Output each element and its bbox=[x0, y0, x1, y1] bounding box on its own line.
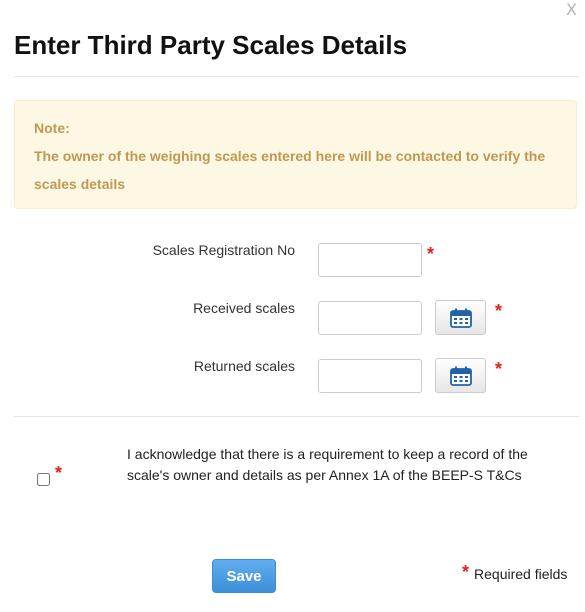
required-fields-label: Required fields bbox=[474, 566, 568, 582]
returned-scales-label: Returned scales bbox=[193, 358, 295, 374]
note-text: The owner of the weighing scales entered… bbox=[34, 148, 546, 192]
header-divider bbox=[14, 76, 579, 77]
scales-registration-row: Scales Registration No * bbox=[0, 242, 585, 282]
received-scales-label: Received scales bbox=[193, 300, 295, 316]
required-star: * bbox=[55, 463, 63, 483]
dialog-title: Enter Third Party Scales Details bbox=[14, 30, 408, 60]
close-icon[interactable]: X bbox=[566, 2, 577, 18]
returned-scales-row: Returned scales * bbox=[0, 358, 585, 398]
scales-registration-input[interactable] bbox=[318, 243, 422, 277]
calendar-icon bbox=[449, 366, 472, 386]
required-fields-note: * Required fields bbox=[462, 562, 568, 582]
required-star: * bbox=[495, 301, 503, 321]
acknowledge-text: I acknowledge that there is a requiremen… bbox=[127, 446, 528, 483]
form-divider bbox=[14, 416, 579, 417]
returned-scales-calendar-button[interactable] bbox=[435, 358, 486, 393]
received-scales-calendar-button[interactable] bbox=[435, 300, 486, 335]
calendar-icon bbox=[449, 308, 472, 328]
note-title: Note: bbox=[34, 120, 70, 136]
note-alert: Note: The owner of the weighing scales e… bbox=[14, 100, 577, 209]
required-star: * bbox=[495, 359, 503, 379]
received-scales-row: Received scales * bbox=[0, 300, 585, 340]
required-star: * bbox=[462, 562, 470, 582]
save-button[interactable]: Save bbox=[212, 559, 276, 593]
returned-scales-input[interactable] bbox=[318, 359, 422, 393]
scales-registration-label: Scales Registration No bbox=[152, 242, 295, 258]
received-scales-input[interactable] bbox=[318, 301, 422, 335]
acknowledge-checkbox[interactable] bbox=[37, 473, 50, 486]
required-star: * bbox=[427, 244, 435, 264]
